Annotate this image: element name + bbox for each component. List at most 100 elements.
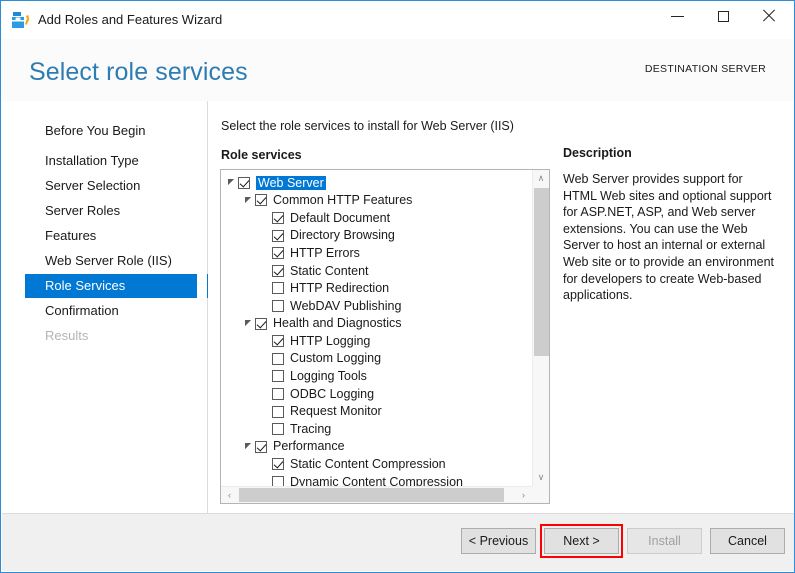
checkbox-unchecked[interactable] xyxy=(272,388,284,400)
scroll-down-icon[interactable]: ∨ xyxy=(533,469,549,486)
tree-row[interactable]: ODBC Logging xyxy=(221,385,532,403)
sidebar-item-features[interactable]: Features xyxy=(25,224,96,248)
close-button[interactable] xyxy=(746,1,792,31)
window-title: Add Roles and Features Wizard xyxy=(38,12,222,27)
tree-row[interactable]: Static Content Compression xyxy=(221,456,532,474)
vertical-scroll-thumb[interactable] xyxy=(534,188,549,356)
tree-row-label: Dynamic Content Compression xyxy=(290,476,463,486)
tree-horizontal-scrollbar[interactable]: ‹ › xyxy=(221,486,549,503)
checkbox-unchecked[interactable] xyxy=(272,300,284,312)
checkbox-checked[interactable] xyxy=(272,230,284,242)
tree-row[interactable]: Static Content xyxy=(221,262,532,280)
sidebar-item-server-selection[interactable]: Server Selection xyxy=(25,174,140,198)
tree-row[interactable]: Common HTTP Features xyxy=(221,192,532,210)
tree-row[interactable]: Default Document xyxy=(221,209,532,227)
tree-row[interactable]: Health and Diagnostics xyxy=(221,315,532,333)
tree-row-label: Default Document xyxy=(290,212,390,225)
tree-row[interactable]: Directory Browsing xyxy=(221,227,532,245)
minimize-button[interactable] xyxy=(654,1,700,31)
cancel-button[interactable]: Cancel xyxy=(710,528,785,554)
instruction-text: Select the role services to install for … xyxy=(221,119,514,133)
tree-expander-spacer xyxy=(261,231,270,240)
tree-vertical-scrollbar[interactable]: ∧ ∨ xyxy=(532,170,549,486)
tree-row-label: Tracing xyxy=(290,423,331,436)
tree-expander-spacer xyxy=(261,477,270,486)
add-roles-and-features-wizard-window: Add Roles and Features Wizard Select rol… xyxy=(0,0,795,573)
scrollbar-corner xyxy=(532,486,549,503)
tree-row[interactable]: Request Monitor xyxy=(221,403,532,421)
tree-expander-open-icon[interactable] xyxy=(244,442,253,451)
tree-expander-open-icon[interactable] xyxy=(244,196,253,205)
main-content: Select the role services to install for … xyxy=(208,101,794,515)
toolbox-wrench-icon xyxy=(12,11,31,29)
tree-expander-open-icon[interactable] xyxy=(244,319,253,328)
tree-row-label: Common HTTP Features xyxy=(273,194,412,207)
tree-row-label: Static Content xyxy=(290,265,369,278)
tree-row[interactable]: HTTP Redirection xyxy=(221,280,532,298)
tree-row[interactable]: HTTP Logging xyxy=(221,332,532,350)
tree-row[interactable]: Logging Tools xyxy=(221,368,532,386)
role-services-tree-box[interactable]: Web Server Common HTTP Features Default Do… xyxy=(220,169,550,504)
tree-expander-spacer xyxy=(261,249,270,258)
scroll-up-icon[interactable]: ∧ xyxy=(533,170,549,187)
scroll-left-icon[interactable]: ‹ xyxy=(221,487,238,503)
tree-row-label: Custom Logging xyxy=(290,352,381,365)
sidebar-item-server-roles[interactable]: Server Roles xyxy=(25,199,120,223)
checkbox-checked[interactable] xyxy=(272,247,284,259)
tree-row-label: HTTP Redirection xyxy=(290,282,389,295)
checkbox-checked[interactable] xyxy=(272,335,284,347)
checkbox-unchecked[interactable] xyxy=(272,423,284,435)
tree-expander-spacer xyxy=(261,337,270,346)
checkbox-checked[interactable] xyxy=(255,194,267,206)
tree-row[interactable]: HTTP Errors xyxy=(221,244,532,262)
tree-expander-open-icon[interactable] xyxy=(227,178,236,187)
tree-row-label: Web Server xyxy=(256,176,326,191)
description-text: Web Server provides support for HTML Web… xyxy=(563,171,778,304)
sidebar-item-role-services[interactable]: Role Services xyxy=(25,274,197,298)
tree-row-label: Performance xyxy=(273,440,345,453)
tree-row-label: WebDAV Publishing xyxy=(290,300,401,313)
tree-expander-spacer xyxy=(261,372,270,381)
tree-expander-spacer xyxy=(261,460,270,469)
checkbox-unchecked[interactable] xyxy=(272,406,284,418)
previous-button[interactable]: < Previous xyxy=(461,528,536,554)
tree-expander-spacer xyxy=(261,389,270,398)
checkbox-checked[interactable] xyxy=(272,212,284,224)
sidebar-item-before-you-begin[interactable]: Before You Begin xyxy=(25,119,145,143)
maximize-button[interactable] xyxy=(700,1,746,31)
tree-row[interactable]: Web Server xyxy=(221,170,532,192)
tree-row[interactable]: Dynamic Content Compression xyxy=(221,473,532,486)
minimize-icon xyxy=(671,16,684,17)
tree-row-label: Health and Diagnostics xyxy=(273,317,402,330)
tree-row-label: Static Content Compression xyxy=(290,458,446,471)
checkbox-checked[interactable] xyxy=(272,265,284,277)
tree-row[interactable]: Performance xyxy=(221,438,532,456)
tree-expander-spacer xyxy=(261,425,270,434)
checkbox-checked[interactable] xyxy=(272,458,284,470)
tree-row[interactable]: WebDAV Publishing xyxy=(221,297,532,315)
checkbox-unchecked[interactable] xyxy=(272,370,284,382)
wizard-step-sidebar: Before You Begin Installation Type Serve… xyxy=(2,101,207,515)
title-bar: Add Roles and Features Wizard xyxy=(1,1,794,39)
horizontal-scroll-thumb[interactable] xyxy=(239,488,504,502)
next-button[interactable]: Next > xyxy=(544,528,619,554)
tree-row-label: HTTP Errors xyxy=(290,247,360,260)
checkbox-checked[interactable] xyxy=(255,441,267,453)
role-services-tree[interactable]: Web Server Common HTTP Features Default Do… xyxy=(221,170,532,486)
tree-row[interactable]: Tracing xyxy=(221,420,532,438)
description-title: Description xyxy=(563,146,778,160)
install-button: Install xyxy=(627,528,702,554)
scroll-right-icon[interactable]: › xyxy=(515,487,532,503)
sidebar-item-web-server-role-iis[interactable]: Web Server Role (IIS) xyxy=(25,249,172,273)
sidebar-item-confirmation[interactable]: Confirmation xyxy=(25,299,119,323)
checkbox-unchecked[interactable] xyxy=(272,282,284,294)
tree-row[interactable]: Custom Logging xyxy=(221,350,532,368)
checkbox-checked[interactable] xyxy=(255,318,267,330)
wizard-footer: < Previous Next > Install Cancel xyxy=(2,513,794,571)
checkbox-unchecked[interactable] xyxy=(272,476,284,486)
checkbox-checked[interactable] xyxy=(238,177,250,189)
sidebar-item-installation-type[interactable]: Installation Type xyxy=(25,149,139,173)
description-panel: Description Web Server provides support … xyxy=(563,146,778,304)
destination-server-label: DESTINATION SERVER xyxy=(645,63,766,75)
checkbox-unchecked[interactable] xyxy=(272,353,284,365)
